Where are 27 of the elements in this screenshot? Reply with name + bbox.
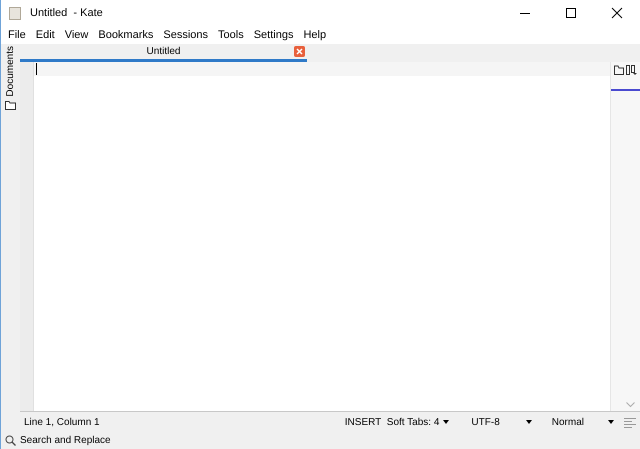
folder-icon <box>5 100 16 110</box>
menu-item[interactable]: Edit <box>30 28 60 43</box>
caret-icon <box>526 420 532 424</box>
columns-icon[interactable] <box>626 64 638 75</box>
app-icon <box>9 7 21 20</box>
menu-item[interactable]: Help <box>298 28 332 43</box>
window-title: Untitled - Kate <box>30 6 103 22</box>
caret-icon <box>443 420 450 424</box>
menu-item[interactable]: Settings <box>248 28 298 43</box>
caret-icon <box>608 420 614 424</box>
menu-item[interactable]: View <box>60 28 94 43</box>
search-icon <box>5 435 16 446</box>
close-tab-icon[interactable] <box>294 46 305 57</box>
tab[interactable]: Untitled <box>20 44 307 62</box>
indentation-dropdown[interactable]: Soft Tabs: 4 <box>386 414 450 430</box>
documents-tab[interactable]: Documents <box>4 46 16 97</box>
text-cursor <box>36 63 37 75</box>
cursor-position: Line 1, Column 1 <box>24 416 100 430</box>
search-and-replace-tab[interactable]: Search and Replace <box>16 433 111 448</box>
scroll-marker <box>611 88 640 91</box>
highlighting-dropdown[interactable]: Normal <box>552 414 614 430</box>
input-mode[interactable]: INSERT <box>344 414 382 430</box>
encoding-dropdown[interactable]: UTF-8 <box>471 414 532 430</box>
menu-item[interactable]: Sessions <box>158 28 214 43</box>
menu-item[interactable]: File <box>3 28 31 43</box>
menu-item[interactable]: Tools <box>213 28 249 43</box>
menu-item[interactable]: Bookmarks <box>93 28 158 43</box>
